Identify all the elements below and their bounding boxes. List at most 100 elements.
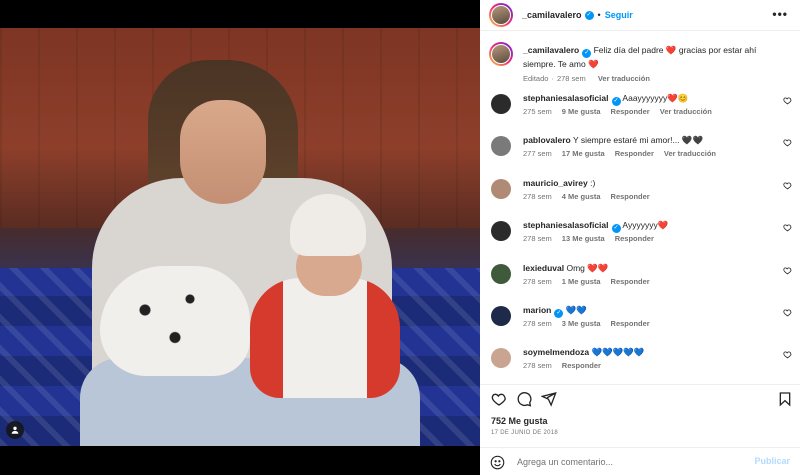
reply-button[interactable]: Responder [611, 319, 650, 328]
verified-badge-icon: ✓ [584, 10, 594, 20]
comment-body: :) [590, 178, 596, 188]
comment-like-heart-icon[interactable] [783, 308, 792, 317]
post-date: 17 DE JUNIO DE 2018 [491, 430, 559, 436]
comment-like-heart-icon[interactable] [783, 181, 792, 190]
translate-link[interactable]: Ver traducción [660, 107, 712, 116]
comment-body: Ayyyyyyy❤️ [622, 220, 669, 230]
comment-like-heart-icon[interactable] [783, 96, 792, 105]
comment-time: 277 sem [523, 149, 552, 158]
commenter-username[interactable]: pablovalero [523, 135, 571, 145]
comment-time: 278 sem [523, 319, 552, 328]
publish-button[interactable]: Publicar [754, 456, 790, 466]
comment-body: 💙💙💙💙💙 [591, 347, 645, 357]
comment-text: stephaniesalasoficial ✓ Aaayyyyyyy❤️😊 [523, 92, 772, 106]
reply-button[interactable]: Responder [615, 149, 654, 158]
separator-dot: • [597, 10, 601, 20]
photo-baby-shirt [250, 278, 400, 398]
commenter-username[interactable]: marion [523, 305, 551, 315]
comment-time: 278 sem [523, 192, 552, 201]
caption-edited: Editado [523, 74, 549, 83]
comment-body: Omg ❤️❤️ [566, 263, 609, 273]
verified-badge-icon: ✓ [582, 49, 592, 58]
post-media [0, 0, 480, 475]
caption-username[interactable]: _camilavalero [523, 45, 579, 55]
caption-time: 278 sem [556, 74, 586, 83]
comment-likes[interactable]: 3 Me gusta [562, 319, 601, 328]
comment-body: Aaayyyyyyy❤️😊 [622, 93, 689, 103]
heart-icon[interactable] [491, 391, 507, 407]
share-icon[interactable] [541, 391, 557, 407]
follow-button[interactable]: Seguir [605, 10, 633, 20]
comment-likes[interactable]: 1 Me gusta [562, 277, 601, 286]
reply-button[interactable]: Responder [611, 192, 650, 201]
verified-badge-icon: ✓ [611, 224, 621, 233]
comment-like-heart-icon[interactable] [783, 350, 792, 359]
commenter-avatar[interactable] [491, 179, 511, 199]
comment-time: 278 sem [523, 277, 552, 286]
user-tag-button[interactable] [6, 421, 24, 439]
commenter-avatar[interactable] [491, 348, 511, 368]
comment-meta: 275 sem 9 Me gusta Responder Ver traducción [523, 107, 722, 116]
comment-body: Y siempre estaré mi amor!... 🖤🖤 [572, 135, 704, 145]
author-avatar[interactable] [489, 3, 513, 27]
comments-scroll[interactable]: _camilavalero ✓ Feliz día del padre ❤️ gr… [480, 32, 800, 382]
comment-time: 278 sem [523, 234, 552, 243]
action-bar [480, 384, 800, 412]
caption-meta: Editado · 278 sem Ver traducción [523, 74, 660, 83]
commenter-username[interactable]: soymelmendoza [523, 347, 589, 357]
comment-likes[interactable]: 13 Me gusta [562, 234, 605, 243]
commenter-avatar[interactable] [491, 306, 511, 326]
comment-text: pablovalero Y siempre estaré mi amor!...… [523, 134, 772, 146]
comment-input[interactable] [517, 455, 737, 469]
reply-button[interactable]: Responder [562, 361, 601, 370]
comment-meta: 278 sem 1 Me gusta Responder [523, 277, 660, 286]
post-photo[interactable] [0, 28, 480, 446]
reply-button[interactable]: Responder [611, 277, 650, 286]
separator-dot: · [551, 74, 554, 83]
comment-like-heart-icon[interactable] [783, 223, 792, 232]
commenter-avatar[interactable] [491, 136, 511, 156]
comment-body: 💙💙 [565, 305, 587, 315]
post-header: _camilavalero ✓ • Seguir ••• [480, 0, 800, 31]
comment-time: 278 sem [523, 361, 552, 370]
comment-text: stephaniesalasoficial ✓ Ayyyyyyy❤️ [523, 219, 772, 233]
reply-button[interactable]: Responder [611, 107, 650, 116]
likes-count[interactable]: 752 Me gusta [491, 416, 548, 426]
commenter-avatar[interactable] [491, 264, 511, 284]
comment-likes[interactable]: 17 Me gusta [562, 149, 605, 158]
commenter-username[interactable]: lexieduval [523, 263, 564, 273]
commenter-username[interactable]: stephaniesalasoficial [523, 220, 609, 230]
commenter-username[interactable]: mauricio_avirey [523, 178, 588, 188]
bookmark-icon[interactable] [777, 391, 793, 407]
caption-translate-link[interactable]: Ver traducción [598, 74, 650, 83]
verified-badge-icon: ✓ [554, 309, 564, 318]
comment-meta: 278 sem 3 Me gusta Responder [523, 319, 660, 328]
comment-text: lexieduval Omg ❤️❤️ [523, 262, 772, 274]
comment-like-heart-icon[interactable] [783, 138, 792, 147]
commenter-avatar[interactable] [491, 94, 511, 114]
verified-badge-icon: ✓ [611, 97, 621, 106]
comment-icon[interactable] [516, 391, 532, 407]
comment-meta: 278 sem Responder [523, 361, 611, 370]
commenter-username[interactable]: stephaniesalasoficial [523, 93, 609, 103]
more-options-icon[interactable]: ••• [772, 8, 788, 20]
comment-text: soymelmendoza 💙💙💙💙💙 [523, 346, 772, 358]
translate-link[interactable]: Ver traducción [664, 149, 716, 158]
photo-dalmatian [100, 266, 250, 376]
comment-likes[interactable]: 9 Me gusta [562, 107, 601, 116]
user-tag-icon [11, 426, 19, 434]
comment-meta: 278 sem 13 Me gusta Responder [523, 234, 664, 243]
comment-time: 275 sem [523, 107, 552, 116]
reply-button[interactable]: Responder [615, 234, 654, 243]
comment-likes[interactable]: 4 Me gusta [562, 192, 601, 201]
comment-composer: Publicar [480, 447, 800, 475]
commenter-avatar[interactable] [491, 221, 511, 241]
author-username[interactable]: _camilavalero [522, 10, 582, 20]
comment-meta: 278 sem 4 Me gusta Responder [523, 192, 660, 201]
comment-like-heart-icon[interactable] [783, 266, 792, 275]
emoji-icon[interactable] [490, 455, 505, 470]
caption-avatar[interactable] [489, 42, 513, 66]
photo-man-face [180, 100, 266, 204]
comment-text: mauricio_avirey :) [523, 177, 772, 189]
post-panel: _camilavalero ✓ • Seguir ••• _camilavale… [480, 0, 800, 475]
